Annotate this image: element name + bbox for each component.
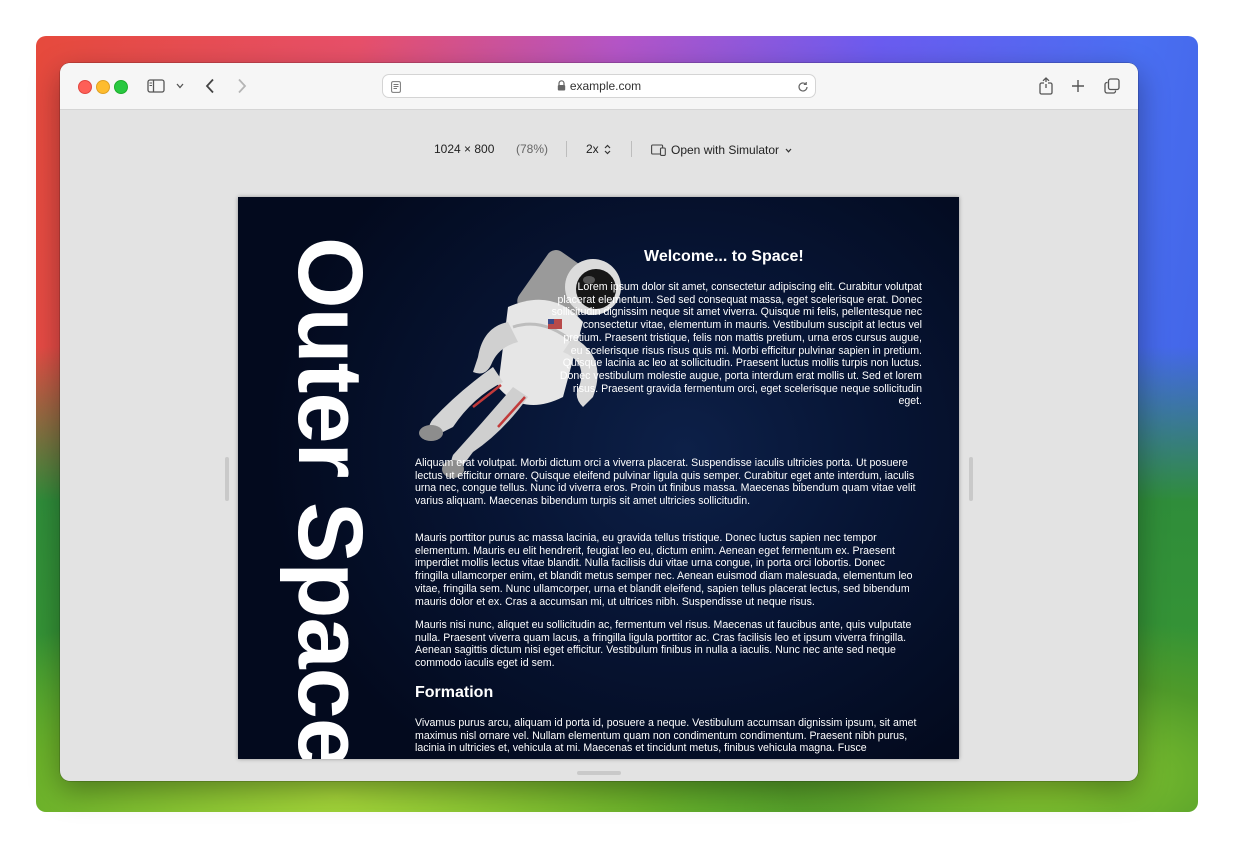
paragraph-1: Lorem ipsum dolor sit amet, consectetur … bbox=[551, 281, 922, 408]
bottom-resize-handle[interactable] bbox=[577, 771, 621, 775]
new-tab-icon[interactable] bbox=[1068, 76, 1088, 96]
device-icon bbox=[651, 144, 666, 159]
section-heading: Formation bbox=[415, 684, 494, 701]
scale-selector[interactable]: 2x bbox=[586, 142, 611, 158]
reload-icon[interactable] bbox=[797, 80, 809, 98]
updown-chevron-icon bbox=[604, 144, 611, 158]
maximize-window-button[interactable] bbox=[114, 80, 128, 94]
browser-window: example.com 1024 × 800 (78%) 2x Open wit… bbox=[60, 63, 1138, 781]
address-bar[interactable]: example.com bbox=[382, 74, 816, 98]
lock-icon bbox=[557, 80, 566, 94]
section-paragraph: Vivamus purus arcu, aliquam id porta id,… bbox=[415, 717, 917, 755]
paragraph-4: Mauris nisi nunc, aliquet eu sollicitudi… bbox=[415, 619, 912, 670]
right-resize-handle[interactable] bbox=[969, 457, 973, 501]
scale-label: 2x bbox=[586, 142, 599, 156]
viewport-dimensions[interactable]: 1024 × 800 bbox=[434, 142, 494, 156]
divider bbox=[631, 141, 632, 157]
browser-toolbar: example.com bbox=[60, 63, 1138, 110]
viewport-zoom: (78%) bbox=[516, 142, 549, 156]
url-display: example.com bbox=[383, 79, 815, 94]
sidebar-icon[interactable] bbox=[146, 77, 166, 95]
share-icon[interactable] bbox=[1036, 75, 1056, 97]
paragraph-2: Aliquam erat volutpat. Morbi dictum orci… bbox=[415, 457, 916, 508]
minimize-window-button[interactable] bbox=[96, 80, 110, 94]
simulator-label: Open with Simulator bbox=[671, 143, 780, 157]
divider bbox=[566, 141, 567, 157]
url-text: example.com bbox=[569, 79, 642, 93]
chevron-down-icon[interactable] bbox=[172, 79, 188, 93]
chevron-down-icon bbox=[785, 142, 792, 156]
page-heading: Welcome... to Space! bbox=[644, 248, 804, 265]
open-with-simulator-button[interactable]: Open with Simulator bbox=[651, 142, 792, 159]
responsive-design-bar: 1024 × 800 (78%) 2x Open with Simulator bbox=[60, 141, 1138, 159]
page-viewport: Outer Space Welcome... to Space! Lorem i… bbox=[238, 197, 959, 759]
forward-arrow-icon[interactable] bbox=[232, 76, 252, 96]
close-window-button[interactable] bbox=[78, 80, 92, 94]
paragraph-3: Mauris porttitor purus ac massa lacinia,… bbox=[415, 532, 913, 608]
left-resize-handle[interactable] bbox=[225, 457, 229, 501]
back-arrow-icon[interactable] bbox=[200, 76, 220, 96]
vertical-title: Outer Space bbox=[279, 237, 381, 759]
tab-overview-icon[interactable] bbox=[1102, 76, 1122, 96]
